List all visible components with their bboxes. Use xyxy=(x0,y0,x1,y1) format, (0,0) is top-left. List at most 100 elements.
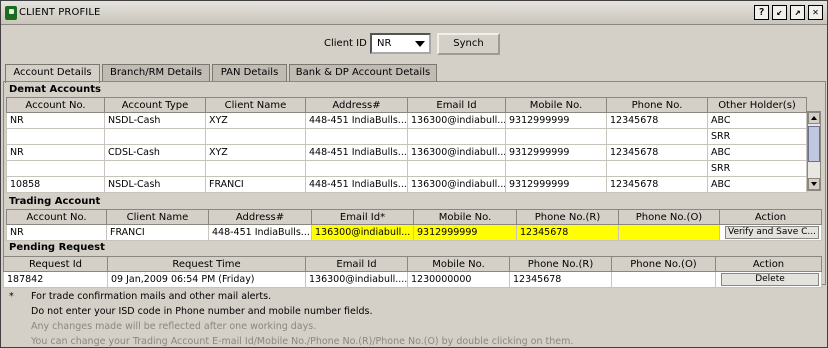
editable-mobile-cell[interactable]: 9312999999 xyxy=(413,224,517,241)
table-cell[interactable]: 448-451 IndiaBulls... xyxy=(305,144,408,161)
table-cell[interactable]: 448-451 IndiaBulls... xyxy=(305,176,408,193)
column-header[interactable]: Phone No.(R) xyxy=(509,256,612,272)
table-cell[interactable]: 12345678 xyxy=(606,144,708,161)
column-header[interactable]: Action xyxy=(719,209,822,225)
column-header[interactable]: Other Holder(s) xyxy=(707,97,807,113)
table-row[interactable]: SRR xyxy=(6,128,807,145)
table-cell[interactable] xyxy=(305,128,408,145)
table-cell[interactable] xyxy=(606,128,708,145)
title-bar[interactable]: CLIENT PROFILE ? ↙ ↗ ✕ xyxy=(1,1,827,25)
column-header[interactable]: Request Time xyxy=(107,256,306,272)
column-header[interactable]: Email Id xyxy=(305,256,408,272)
column-header[interactable]: Action xyxy=(715,256,822,272)
column-header[interactable]: Phone No.(O) xyxy=(611,256,716,272)
table-cell[interactable] xyxy=(104,160,206,177)
table-cell[interactable]: ABC xyxy=(707,176,807,193)
scroll-thumb[interactable] xyxy=(808,126,820,162)
column-header[interactable]: Mobile No. xyxy=(413,209,517,225)
table-cell[interactable]: 9312999999 xyxy=(505,176,607,193)
table-cell[interactable]: SRR xyxy=(707,128,807,145)
table-cell[interactable]: 12345678 xyxy=(606,112,708,129)
table-cell[interactable] xyxy=(104,128,206,145)
table-cell[interactable]: SRR xyxy=(707,160,807,177)
table-cell[interactable] xyxy=(205,160,306,177)
table-cell[interactable] xyxy=(407,128,506,145)
column-header[interactable]: Request Id xyxy=(3,256,108,272)
table-cell[interactable] xyxy=(606,160,708,177)
maximize-icon[interactable]: ↗ xyxy=(790,5,805,20)
delete-button[interactable]: Delete xyxy=(721,273,819,286)
table-cell[interactable] xyxy=(305,160,408,177)
table-cell[interactable]: 12345678 xyxy=(606,176,708,193)
table-row[interactable]: NR NSDL-Cash XYZ 448-451 IndiaBulls... 1… xyxy=(6,112,807,129)
column-header[interactable]: Email Id xyxy=(407,97,506,113)
table-cell[interactable]: ABC xyxy=(707,144,807,161)
table-cell[interactable]: XYZ xyxy=(205,112,306,129)
table-cell[interactable]: 187842 xyxy=(3,271,108,288)
column-header[interactable]: Account No. xyxy=(6,209,107,225)
tab-branch-rm-details[interactable]: Branch/RM Details xyxy=(102,64,210,82)
verify-and-save-button[interactable]: Verify and Save C... xyxy=(724,226,820,239)
table-cell[interactable]: FRANCI xyxy=(106,224,209,241)
help-icon[interactable]: ? xyxy=(754,5,769,20)
table-cell[interactable]: 09 Jan,2009 06:54 PM (Friday) xyxy=(107,271,306,288)
editable-email-cell[interactable]: 136300@indiabull... xyxy=(311,224,414,241)
column-header[interactable]: Phone No.(O) xyxy=(618,209,720,225)
table-cell[interactable]: ABC xyxy=(707,112,807,129)
table-cell[interactable]: NR xyxy=(6,112,105,129)
tab-pan-details[interactable]: PAN Details xyxy=(212,64,287,82)
table-cell[interactable]: 136300@indiabull.... xyxy=(305,271,408,288)
column-header[interactable]: Client Name xyxy=(106,209,209,225)
table-cell[interactable]: 136300@indiabull... xyxy=(407,176,506,193)
column-header[interactable]: Mobile No. xyxy=(505,97,607,113)
column-header[interactable]: Mobile No. xyxy=(407,256,510,272)
scroll-up-icon[interactable] xyxy=(808,112,820,124)
table-cell[interactable] xyxy=(505,128,607,145)
minimize-icon[interactable]: ↙ xyxy=(772,5,787,20)
table-row[interactable]: NR CDSL-Cash XYZ 448-451 IndiaBulls... 1… xyxy=(6,144,807,161)
column-header[interactable]: Account No. xyxy=(6,97,105,113)
table-cell[interactable] xyxy=(407,160,506,177)
tab-bank-dp-account-details[interactable]: Bank & DP Account Details xyxy=(289,64,437,82)
table-cell[interactable]: NSDL-Cash xyxy=(104,176,206,193)
table-cell[interactable] xyxy=(6,160,105,177)
table-cell[interactable]: CDSL-Cash xyxy=(104,144,206,161)
table-cell[interactable]: NSDL-Cash xyxy=(104,112,206,129)
demat-scrollbar[interactable] xyxy=(807,111,821,191)
table-cell[interactable]: 448-451 IndiaBulls... xyxy=(208,224,312,241)
column-header[interactable]: Client Name xyxy=(205,97,306,113)
column-header[interactable]: Phone No.(R) xyxy=(516,209,619,225)
synch-button[interactable]: Synch xyxy=(437,33,500,55)
action-cell: Delete xyxy=(715,271,822,288)
editable-phone-r-cell[interactable]: 12345678 xyxy=(516,224,619,241)
table-cell[interactable] xyxy=(205,128,306,145)
table-row[interactable]: 10858 NSDL-Cash FRANCI 448-451 IndiaBull… xyxy=(6,176,807,193)
table-cell[interactable]: 9312999999 xyxy=(505,144,607,161)
table-row[interactable]: 187842 09 Jan,2009 06:54 PM (Friday) 136… xyxy=(3,271,822,288)
table-cell[interactable]: NR xyxy=(6,144,105,161)
column-header[interactable]: Email Id* xyxy=(311,209,414,225)
table-cell[interactable]: XYZ xyxy=(205,144,306,161)
close-icon[interactable]: ✕ xyxy=(808,5,823,20)
column-header[interactable]: Address# xyxy=(305,97,408,113)
table-cell[interactable]: NR xyxy=(6,224,107,241)
column-header[interactable]: Account Type xyxy=(104,97,206,113)
table-cell[interactable]: 136300@indiabull... xyxy=(407,112,506,129)
column-header[interactable]: Address# xyxy=(208,209,312,225)
column-header[interactable]: Phone No. xyxy=(606,97,708,113)
table-cell[interactable] xyxy=(505,160,607,177)
table-cell[interactable]: 12345678 xyxy=(509,271,612,288)
table-cell[interactable]: 136300@indiabull... xyxy=(407,144,506,161)
table-cell[interactable]: 9312999999 xyxy=(505,112,607,129)
table-cell[interactable] xyxy=(611,271,716,288)
table-cell[interactable]: 448-451 IndiaBulls... xyxy=(305,112,408,129)
scroll-down-icon[interactable] xyxy=(808,178,820,190)
editable-phone-o-cell[interactable] xyxy=(618,224,720,241)
table-cell[interactable] xyxy=(6,128,105,145)
table-cell[interactable]: FRANCI xyxy=(205,176,306,193)
table-cell[interactable]: 1230000000 xyxy=(407,271,510,288)
table-cell[interactable]: 10858 xyxy=(6,176,105,193)
table-row[interactable]: NR FRANCI 448-451 IndiaBulls... 136300@i… xyxy=(6,224,822,241)
client-id-select[interactable]: NR xyxy=(370,33,431,54)
table-row[interactable]: SRR xyxy=(6,160,807,177)
